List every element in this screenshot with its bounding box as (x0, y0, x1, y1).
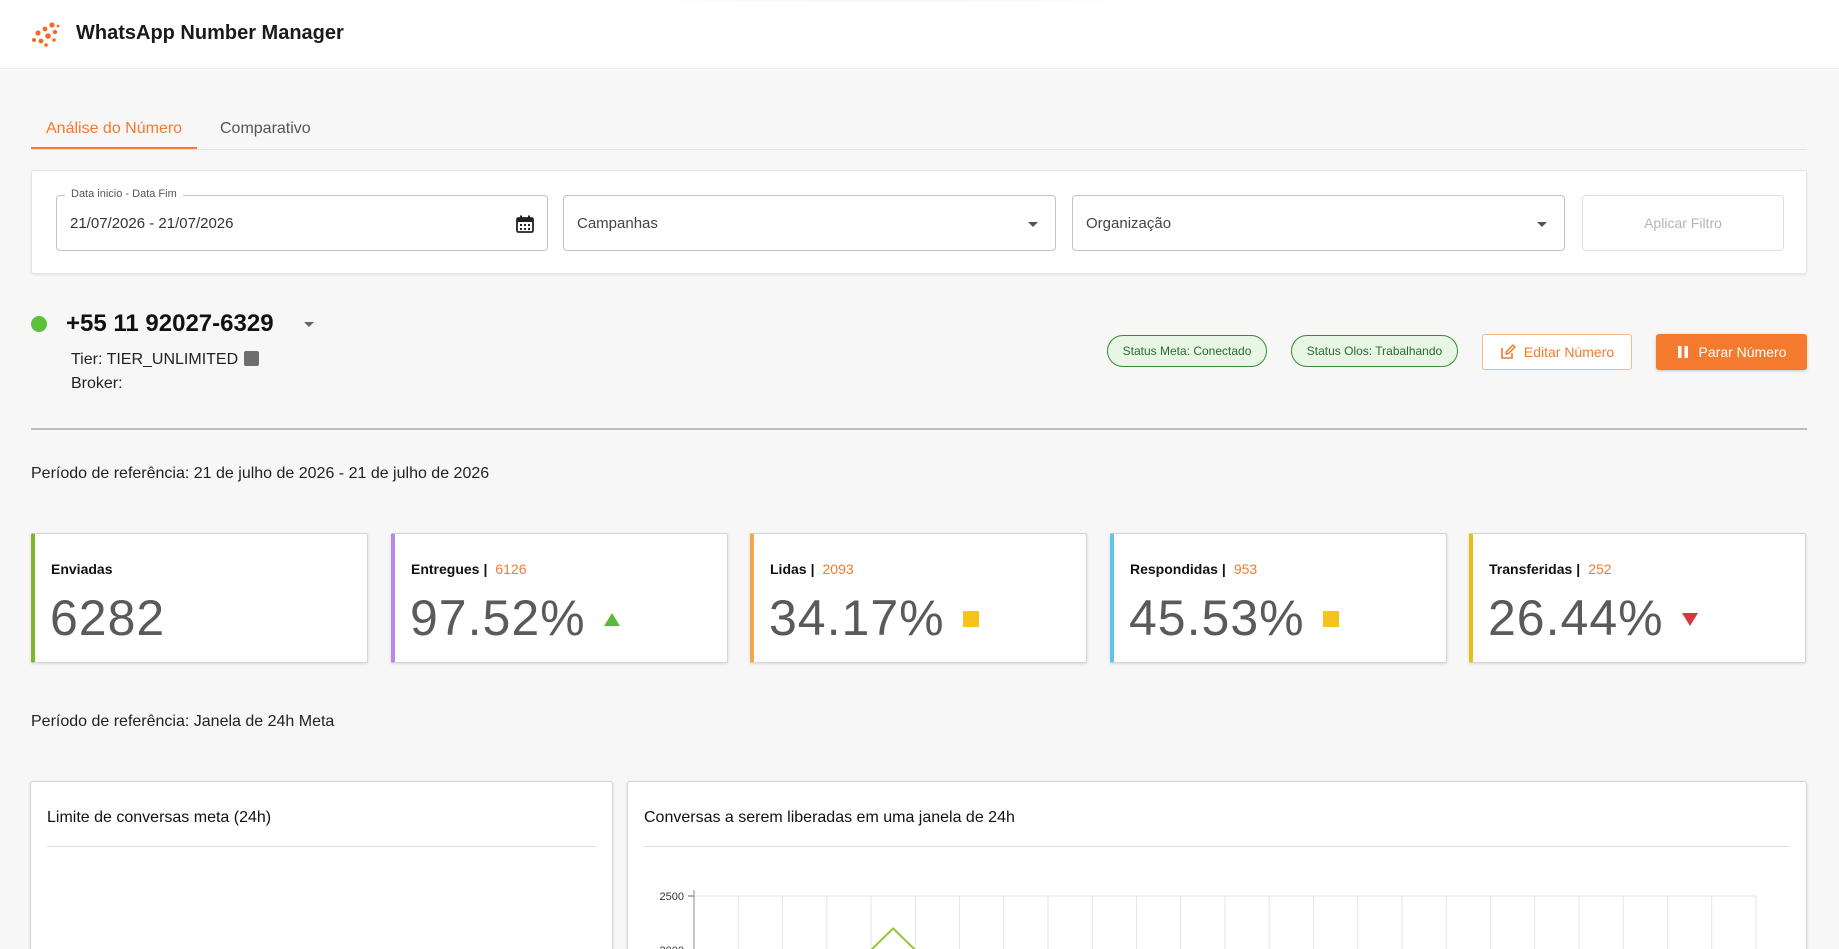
stat-separator: | (1576, 561, 1581, 577)
stat-title: Transferidas (1489, 561, 1573, 577)
calendar-icon[interactable] (515, 214, 535, 234)
trend-neutral-icon (963, 611, 979, 627)
stat-card-entregues: Entregues | 6126 97.52% (391, 533, 728, 663)
section-divider (31, 428, 1807, 430)
broker-label: Broker: (71, 375, 123, 392)
organization-select[interactable]: Organização (1072, 195, 1565, 251)
active-tab-indicator (31, 147, 197, 149)
connection-status-dot (31, 316, 47, 332)
panel-title: Limite de conversas meta (24h) (47, 809, 272, 826)
date-range-value: 21/07/2026 - 21/07/2026 (70, 215, 234, 232)
stat-value: 26.44% (1488, 590, 1664, 646)
date-range-field[interactable]: Data inicio - Data Fim 21/07/2026 - 21/0… (56, 188, 548, 251)
trend-up-icon (604, 613, 620, 626)
stat-count: 6126 (495, 561, 527, 577)
period-value: 21 de julho de 2026 - 21 de julho de 202… (193, 465, 490, 482)
stat-label: Respondidas | 953 (1130, 561, 1257, 577)
period-label: Período de referência: (31, 465, 190, 482)
stat-label: Entregues | 6126 (411, 561, 527, 577)
stat-value: 34.17% (769, 590, 945, 646)
release-line-chart: 2000 2500 (660, 890, 1757, 949)
panel-divider (47, 846, 596, 847)
period-reference-1: Período de referência: 21 de julho de 20… (31, 465, 489, 483)
campaigns-placeholder: Campanhas (577, 215, 658, 232)
tier-text: Tier: TIER_UNLIMITED (71, 351, 239, 368)
stat-separator: | (810, 561, 815, 577)
tab-comparativo[interactable]: Comparativo (220, 120, 311, 138)
period-label: Período de referência: (31, 713, 190, 730)
date-range-label: Data inicio - Data Fim (65, 188, 183, 200)
status-olos-badge: Status Olos: Trabalhando (1291, 335, 1458, 367)
stat-title: Enviadas (51, 561, 113, 577)
phone-number[interactable]: +55 11 92027-6329 (66, 310, 274, 338)
stat-value: 6282 (50, 590, 166, 646)
tier-line: Tier: TIER_UNLIMITED (71, 351, 260, 369)
stat-title: Lidas (770, 561, 807, 577)
y-tick-label: 2500 (660, 891, 684, 903)
app-bar: WhatsApp Number Manager (0, 0, 1839, 69)
conversation-limit-panel: Limite de conversas meta (24h) (30, 781, 613, 949)
chevron-down-icon (1028, 222, 1038, 227)
stat-card-transferidas: Transferidas | 252 26.44% (1469, 533, 1806, 663)
apply-filter-button[interactable]: Aplicar Filtro (1582, 195, 1784, 251)
stat-label: Lidas | 2093 (770, 561, 854, 577)
campaigns-select[interactable]: Campanhas (563, 195, 1056, 251)
stat-value: 97.52% (410, 590, 586, 646)
stat-separator: | (483, 561, 488, 577)
chevron-down-icon (1537, 222, 1547, 227)
stop-number-label: Parar Número (1698, 344, 1787, 360)
stat-title: Entregues (411, 561, 480, 577)
trend-down-icon (1682, 613, 1698, 626)
stat-value: 45.53% (1129, 590, 1305, 646)
y-tick-label: 2000 (660, 945, 684, 949)
stat-label: Enviadas (51, 561, 112, 577)
app-title: WhatsApp Number Manager (76, 22, 344, 44)
stat-card-respondidas: Respondidas | 953 45.53% (1110, 533, 1447, 663)
organization-placeholder: Organização (1086, 215, 1172, 232)
period-value: Janela de 24h Meta (193, 713, 335, 730)
stat-separator: | (1221, 561, 1226, 577)
stat-count: 252 (1588, 561, 1612, 577)
trend-neutral-icon (1323, 611, 1339, 627)
release-window-panel: Conversas a serem liberadas em uma janel… (627, 781, 1807, 949)
tab-analise-numero[interactable]: Análise do Número (46, 120, 182, 138)
sparkle-cluster-logo (32, 22, 60, 47)
pause-icon (1677, 346, 1688, 358)
tab-bar: Análise do Número Comparativo (31, 110, 1807, 150)
stat-card-lidas: Lidas | 2093 34.17% (750, 533, 1087, 663)
stat-card-enviadas: Enviadas 6282 (31, 533, 368, 663)
stat-title: Respondidas (1130, 561, 1218, 577)
stat-label: Transferidas | 252 (1489, 561, 1612, 577)
chevron-down-icon[interactable] (302, 320, 316, 330)
filter-card: Data inicio - Data Fim 21/07/2026 - 21/0… (31, 170, 1807, 274)
header-shadow (550, 0, 1230, 2)
stat-count: 953 (1233, 561, 1258, 577)
status-meta-badge: Status Meta: Conectado (1107, 335, 1267, 367)
edit-icon (1501, 344, 1516, 359)
stat-count: 2093 (822, 561, 854, 577)
period-reference-2: Período de referência: Janela de 24h Met… (31, 713, 334, 731)
stop-number-button[interactable]: Parar Número (1656, 334, 1807, 370)
edit-number-label: Editar Número (1523, 344, 1615, 360)
edit-number-button[interactable]: Editar Número (1482, 334, 1632, 370)
tier-indicator-square (244, 351, 260, 366)
series-line (870, 927, 916, 949)
